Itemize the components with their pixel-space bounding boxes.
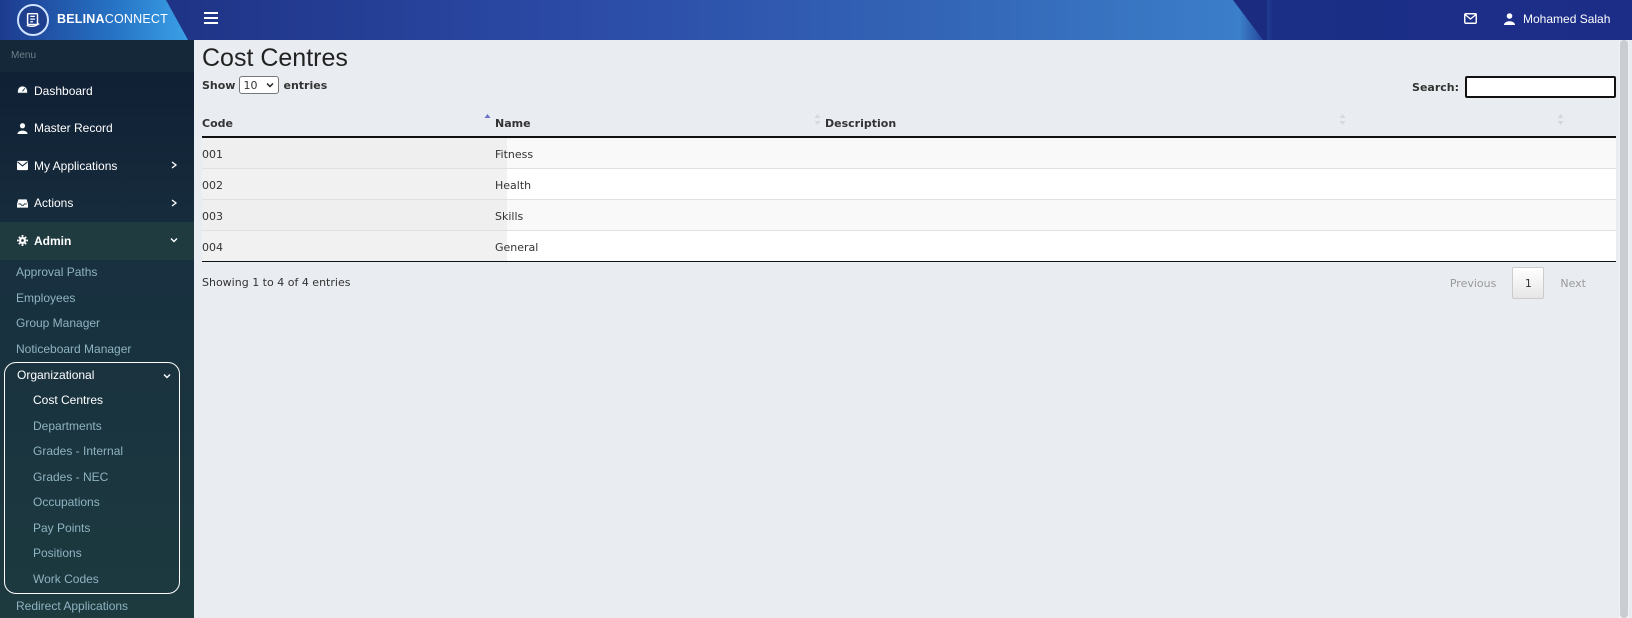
entries-label: entries — [283, 78, 328, 92]
sort-icon[interactable] — [814, 113, 821, 126]
sorted-column-cell-bg — [202, 200, 507, 230]
user-name: Mohamed Salah — [1523, 12, 1611, 26]
user-menu[interactable]: Mohamed Salah — [1504, 12, 1610, 26]
user-icon — [17, 122, 28, 134]
column-header-description[interactable]: Description — [825, 117, 896, 130]
sidebar-item-admin[interactable]: Admin — [0, 222, 194, 260]
page-1-button[interactable]: 1 — [1512, 267, 1545, 299]
belina-logo-icon[interactable] — [17, 4, 49, 36]
vertical-scrollbar[interactable] — [1616, 40, 1632, 618]
sidebar-subitem-group-manager[interactable]: Group Manager — [0, 311, 194, 337]
table-row[interactable]: 003 Skills — [202, 200, 1616, 231]
org-item-grades-internal[interactable]: Grades - Internal — [5, 439, 179, 465]
org-item-grades-nec[interactable]: Grades - NEC — [5, 464, 179, 490]
dashboard-icon — [17, 85, 28, 94]
sorted-column-cell-bg — [202, 169, 507, 199]
brand-name[interactable]: BELINACONNECT — [57, 12, 168, 26]
sidebar-subitem-noticeboard-manager[interactable]: Noticeboard Manager — [0, 336, 194, 362]
envelope-icon — [17, 161, 28, 171]
scrollbar-thumb[interactable] — [1620, 40, 1628, 618]
chevron-down-icon — [163, 373, 171, 378]
header-decoration — [1233, 0, 1267, 40]
sidebar: Menu Dashboard Master Record My Applicat… — [0, 40, 194, 618]
sidebar-subitem-employees[interactable]: Employees — [0, 285, 194, 311]
user-icon — [1504, 13, 1515, 25]
page-length-control: Show 10 entries — [202, 76, 327, 94]
cell-name: Health — [495, 179, 532, 192]
show-label: Show — [202, 78, 236, 92]
sidebar-item-label: My Applications — [34, 158, 118, 173]
envelope-icon[interactable] — [1464, 13, 1477, 24]
previous-page-button[interactable]: Previous — [1436, 277, 1511, 290]
hamburger-icon[interactable] — [204, 12, 218, 26]
chevron-down-icon — [266, 82, 275, 88]
column-header-name[interactable]: Name — [495, 117, 531, 130]
search-input[interactable] — [1465, 76, 1616, 98]
chevron-right-icon — [171, 198, 178, 207]
pagination: Previous 1 Next — [1436, 267, 1600, 299]
sidebar-item-master-record[interactable]: Master Record — [0, 110, 194, 148]
page-length-select[interactable]: 10 — [239, 76, 280, 94]
sidebar-item-label: Admin — [34, 233, 72, 248]
search-label: Search: — [1412, 80, 1459, 94]
org-item-departments[interactable]: Departments — [5, 413, 179, 439]
sort-icon[interactable] — [1557, 113, 1564, 126]
sidebar-item-label: Dashboard — [34, 83, 93, 98]
sidebar-item-label: Actions — [34, 196, 74, 211]
top-header: BELINACONNECT Mohamed Salah — [0, 0, 1632, 40]
org-item-pay-points[interactable]: Pay Points — [5, 515, 179, 541]
table-row[interactable]: 001 Fitness — [202, 138, 1616, 169]
table-header: Code Name Description — [202, 106, 1616, 138]
column-header-code[interactable]: Code — [202, 117, 233, 130]
table-info: Showing 1 to 4 of 4 entries — [202, 276, 351, 289]
sidebar-item-my-applications[interactable]: My Applications — [0, 147, 194, 185]
cell-name: General — [495, 241, 539, 254]
sidebar-item-actions[interactable]: Actions — [0, 185, 194, 223]
menu-header: Menu — [0, 40, 194, 72]
cell-name: Skills — [495, 210, 524, 223]
sidebar-subitem-organizational[interactable]: Organizational — [5, 363, 179, 388]
page-title: Cost Centres — [202, 44, 348, 72]
cell-code: 002 — [202, 179, 223, 192]
cost-centres-table: Code Name Description 001 Fitness 002 He… — [202, 106, 1616, 262]
cell-code: 004 — [202, 241, 223, 254]
org-item-positions[interactable]: Positions — [5, 541, 179, 567]
org-item-occupations[interactable]: Occupations — [5, 490, 179, 516]
page-length-value: 10 — [243, 78, 258, 92]
inbox-icon — [17, 199, 28, 208]
organizational-group: Organizational Cost Centres Departments … — [4, 361, 180, 594]
cell-code: 001 — [202, 148, 223, 161]
brand-name-bold: BELINA — [57, 12, 105, 26]
sorted-column-cell-bg — [202, 138, 507, 168]
sorted-column-cell-bg — [202, 231, 507, 261]
table-row[interactable]: 004 General — [202, 231, 1616, 262]
gear-icon — [17, 235, 28, 247]
org-item-cost-centres[interactable]: Cost Centres — [5, 388, 179, 414]
main-content: Cost Centres Show 10 entries Search: Cod… — [194, 40, 1616, 618]
sort-icon[interactable] — [1339, 113, 1346, 126]
brand-name-light: CONNECT — [104, 12, 168, 26]
sidebar-subitem-approval-paths[interactable]: Approval Paths — [0, 260, 194, 286]
chevron-down-icon — [170, 238, 178, 243]
chevron-right-icon — [171, 161, 178, 169]
org-item-work-codes[interactable]: Work Codes — [5, 566, 179, 592]
sidebar-subitem-redirect-applications[interactable]: Redirect Applications — [0, 594, 194, 618]
next-page-button[interactable]: Next — [1546, 277, 1600, 290]
sidebar-item-label: Master Record — [34, 121, 113, 136]
sort-ascending-icon[interactable] — [484, 113, 491, 126]
organizational-label: Organizational — [17, 368, 95, 382]
table-search: Search: — [1412, 76, 1616, 98]
sidebar-item-dashboard[interactable]: Dashboard — [0, 72, 194, 110]
cell-name: Fitness — [495, 148, 534, 161]
table-row[interactable]: 002 Health — [202, 169, 1616, 200]
cell-code: 003 — [202, 210, 223, 223]
